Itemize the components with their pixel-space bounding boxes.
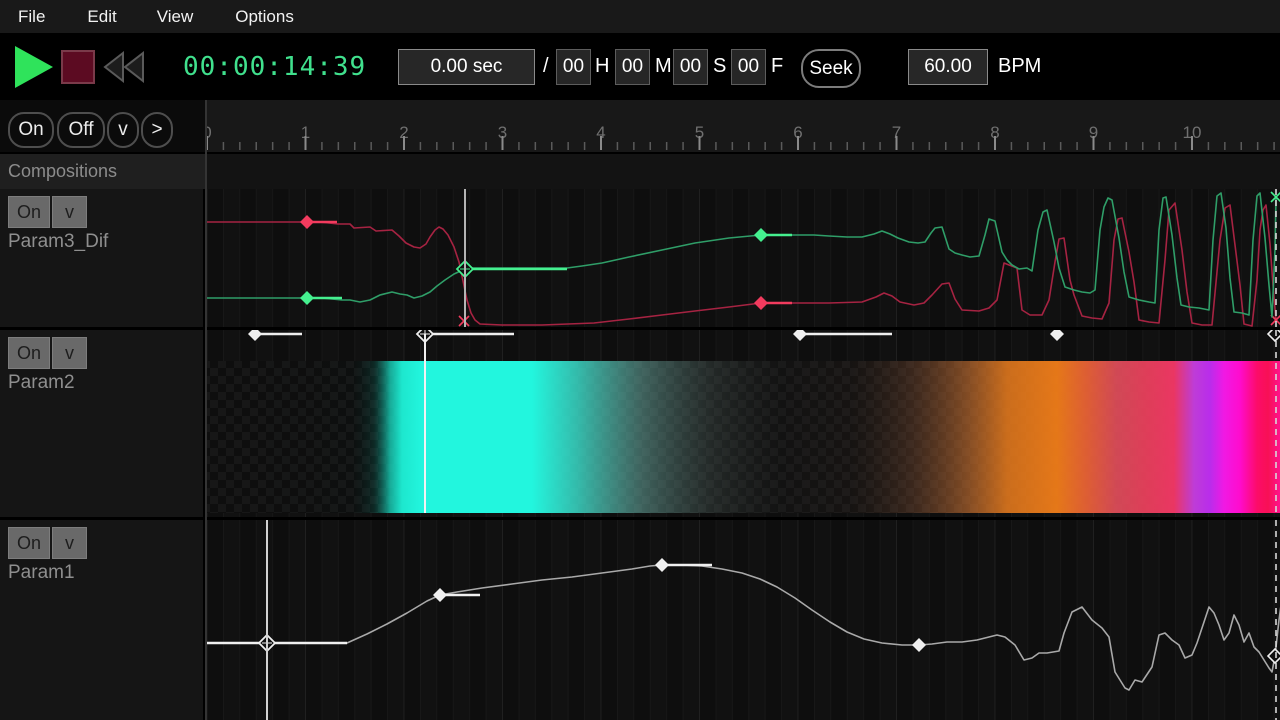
frames-label: F xyxy=(771,33,783,100)
timeline-area: 012345678910 xyxy=(205,100,1280,720)
bpm-label: BPM xyxy=(998,33,1041,100)
rewind-icon xyxy=(103,51,145,83)
timeline-editor-window: { "menu": { "items": ["File", "Edit", "V… xyxy=(0,0,1280,720)
curve-lane-param1[interactable] xyxy=(207,520,1280,720)
rewind-button[interactable] xyxy=(103,33,145,100)
track-header-param3dif[interactable]: On v Param3_Dif xyxy=(0,189,203,327)
all-on-button[interactable]: On xyxy=(8,112,54,148)
seek-button[interactable]: Seek xyxy=(801,49,861,88)
gradient-lane-param2[interactable] xyxy=(207,330,1280,517)
expand-button[interactable]: > xyxy=(141,112,173,148)
play-button[interactable] xyxy=(14,33,54,100)
bpm-field[interactable]: 60.00 xyxy=(908,49,988,85)
play-icon xyxy=(14,45,54,89)
minutes-field[interactable]: 00 xyxy=(615,49,650,85)
stop-button[interactable] xyxy=(60,33,96,100)
time-seconds-field[interactable]: 0.00 sec xyxy=(398,49,535,85)
track-name-param1: Param1 xyxy=(8,562,75,584)
menu-item-edit[interactable]: Edit xyxy=(87,7,116,27)
sidebar-controls: On Off v > xyxy=(0,100,205,154)
track-on-button[interactable]: On xyxy=(8,196,50,228)
hours-label: H xyxy=(595,33,609,100)
timecode-display: 00:00:14:39 xyxy=(183,33,366,100)
track-name-param2: Param2 xyxy=(8,372,75,394)
seconds-field[interactable]: 00 xyxy=(673,49,708,85)
menu-bar: File Edit View Options xyxy=(0,0,1280,33)
compositions-label: Compositions xyxy=(8,161,117,182)
transport-bar: 00:00:14:39 0.00 sec / 00 H 00 M 00 S 00… xyxy=(0,33,1280,100)
track-on-button[interactable]: On xyxy=(8,527,50,559)
track-on-button[interactable]: On xyxy=(8,337,50,369)
frames-field[interactable]: 00 xyxy=(731,49,766,85)
minutes-label: M xyxy=(655,33,672,100)
track-header-param2[interactable]: On v Param2 xyxy=(0,330,203,517)
track-header-param1[interactable]: On v Param1 xyxy=(0,520,203,720)
seconds-label: S xyxy=(713,33,726,100)
track-menu-button[interactable]: v xyxy=(52,527,87,559)
menu-item-view[interactable]: View xyxy=(157,7,194,27)
track-name-param3dif: Param3_Dif xyxy=(8,231,108,253)
collapse-button[interactable]: v xyxy=(107,112,139,148)
all-off-button[interactable]: Off xyxy=(57,112,105,148)
stop-icon xyxy=(60,49,96,85)
slash-separator: / xyxy=(543,33,549,100)
track-menu-button[interactable]: v xyxy=(52,196,87,228)
compositions-lane[interactable] xyxy=(207,154,1280,189)
menu-item-file[interactable]: File xyxy=(18,7,45,27)
curve-lane-param3dif[interactable] xyxy=(207,189,1280,327)
track-sidebar: On Off v > Compositions On v Param3_Dif … xyxy=(0,100,205,720)
menu-item-options[interactable]: Options xyxy=(235,7,294,27)
hours-field[interactable]: 00 xyxy=(556,49,591,85)
track-menu-button[interactable]: v xyxy=(52,337,87,369)
time-ruler[interactable]: 012345678910 xyxy=(207,100,1280,154)
compositions-row[interactable]: Compositions xyxy=(0,154,205,189)
